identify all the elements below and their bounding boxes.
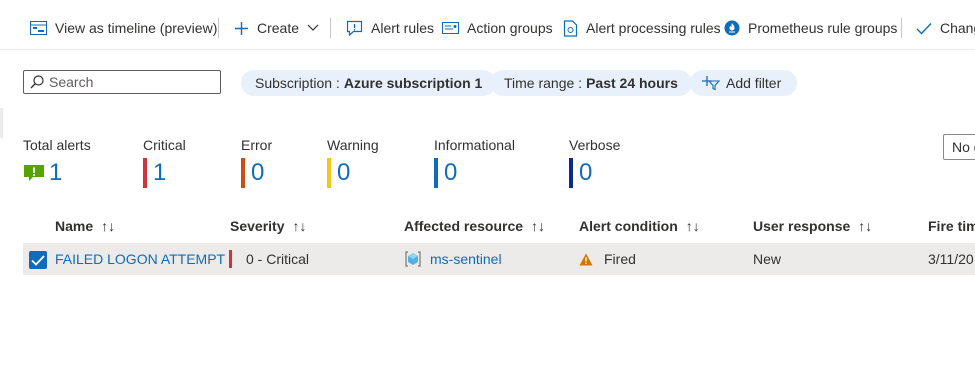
search-input[interactable] — [49, 74, 209, 90]
change-state-button[interactable]: Chang — [916, 17, 975, 39]
alert-condition-value: Fired — [604, 251, 636, 267]
subscription-filter-label: Subscription : — [255, 75, 340, 91]
toolbar-divider — [330, 18, 331, 38]
summary-value: 1 — [153, 159, 167, 186]
row-select-checkbox[interactable] — [29, 251, 47, 269]
summary-total-alerts[interactable]: Total alerts 1 — [23, 137, 91, 187]
create-button[interactable]: Create — [234, 17, 319, 39]
severity-bar — [241, 158, 245, 188]
command-bar: View as timeline (preview) Create Alert … — [0, 0, 975, 50]
severity-value: 0 - Critical — [246, 251, 310, 267]
total-alerts-icon — [24, 165, 44, 181]
action-groups-icon — [442, 22, 459, 34]
sort-icon: ↑↓ — [858, 218, 873, 234]
timeline-icon — [30, 21, 47, 35]
summary-label: Error — [241, 137, 273, 153]
user-response-cell: New — [753, 243, 781, 275]
toolbar-divider — [218, 18, 219, 38]
severity-bar — [327, 158, 331, 188]
alert-condition-cell: Fired — [579, 243, 636, 275]
severity-cell: 0 - Critical — [229, 243, 309, 275]
summary-value: 0 — [444, 159, 458, 186]
prometheus-icon — [724, 20, 740, 36]
summary-error[interactable]: Error 0 — [241, 137, 273, 188]
time-range-filter-label: Time range : — [504, 75, 583, 91]
summary-value: 0 — [251, 159, 265, 186]
summary-verbose[interactable]: Verbose 0 — [569, 137, 621, 188]
column-header-fire-time[interactable]: Fire time — [928, 218, 975, 234]
sort-icon: ↑↓ — [531, 218, 546, 234]
resource-icon — [405, 251, 421, 267]
alert-rules-button[interactable]: Alert rules — [346, 17, 434, 39]
action-groups-label: Action groups — [467, 20, 553, 36]
summary-label: Total alerts — [23, 137, 91, 153]
column-header-alert-condition[interactable]: Alert condition ↑↓ — [579, 218, 700, 234]
fire-time-value: 3/11/20 — [928, 251, 974, 267]
severity-bar — [569, 158, 573, 188]
alert-processing-rules-label: Alert processing rules — [586, 20, 721, 36]
processing-rules-icon — [563, 19, 578, 37]
alert-name: FAILED LOGON ATTEMPT — [55, 251, 226, 267]
add-filter-icon — [702, 76, 720, 91]
alert-name-link[interactable]: FAILED LOGON ATTEMPT — [55, 243, 225, 275]
sort-icon: ↑↓ — [101, 218, 116, 234]
group-by-dropdown[interactable]: No g — [943, 134, 975, 160]
sort-icon: ↑↓ — [292, 218, 307, 234]
summary-informational[interactable]: Informational 0 — [434, 137, 515, 188]
subscription-filter-value: Azure subscription 1 — [343, 75, 483, 91]
create-label: Create — [257, 20, 300, 36]
severity-bar — [229, 250, 232, 268]
column-header-label: Severity — [230, 218, 285, 234]
affected-resource-link[interactable]: ms-sentinel — [404, 243, 502, 275]
summary-warning[interactable]: Warning 0 — [327, 137, 379, 188]
search-box[interactable] — [23, 70, 221, 94]
summary-label: Warning — [327, 137, 379, 153]
toolbar-divider — [901, 18, 902, 38]
checkmark-icon — [31, 254, 45, 266]
prometheus-rule-groups-button[interactable]: Prometheus rule groups — [724, 17, 897, 39]
severity-bar — [143, 158, 147, 188]
search-icon — [30, 75, 44, 89]
resource-name: ms-sentinel — [430, 251, 502, 267]
severity-bar — [434, 158, 438, 188]
summary-label: Informational — [434, 137, 515, 153]
alert-processing-rules-button[interactable]: Alert processing rules — [563, 17, 721, 39]
chevron-down-icon — [307, 24, 319, 31]
time-range-filter-value: Past 24 hours — [586, 75, 678, 91]
add-filter-label: Add filter — [726, 75, 782, 91]
summary-value: 1 — [49, 159, 63, 186]
alert-rules-label: Alert rules — [371, 20, 435, 36]
plus-icon — [235, 21, 248, 35]
column-header-label: Affected resource — [404, 218, 524, 234]
add-filter-button[interactable]: Add filter — [690, 70, 798, 96]
fire-time-cell: 3/11/20 — [928, 243, 974, 275]
column-header-name[interactable]: Name ↑↓ — [55, 218, 115, 234]
sort-icon: ↑↓ — [685, 218, 700, 234]
column-header-affected-resource[interactable]: Affected resource ↑↓ — [404, 218, 545, 234]
time-range-filter-pill[interactable]: Time range : Past 24 hours — [490, 70, 692, 96]
view-as-timeline-button[interactable]: View as timeline (preview) — [30, 17, 217, 39]
prometheus-rule-groups-label: Prometheus rule groups — [748, 20, 898, 36]
column-header-severity[interactable]: Severity ↑↓ — [230, 218, 306, 234]
checkmark-icon — [916, 22, 932, 35]
summary-label: Critical — [143, 137, 186, 153]
user-response-value: New — [753, 251, 782, 267]
alert-rules-icon — [346, 20, 363, 36]
column-header-label: Alert condition — [579, 218, 678, 234]
subscription-filter-pill[interactable]: Subscription : Azure subscription 1 — [241, 70, 497, 96]
warning-icon — [579, 253, 593, 265]
summary-value: 0 — [337, 159, 351, 186]
action-groups-button[interactable]: Action groups — [442, 17, 553, 39]
change-state-label: Chang — [940, 20, 975, 36]
column-header-label: Name — [55, 218, 94, 234]
column-header-label: User response — [753, 218, 851, 234]
summary-critical[interactable]: Critical 1 — [143, 137, 186, 188]
column-header-label: Fire time — [928, 218, 975, 234]
summary-label: Verbose — [569, 137, 621, 153]
summary-value: 0 — [579, 159, 593, 186]
pane-edge-marker — [0, 108, 3, 138]
view-as-timeline-label: View as timeline (preview) — [55, 20, 218, 36]
column-header-user-response[interactable]: User response ↑↓ — [753, 218, 872, 234]
